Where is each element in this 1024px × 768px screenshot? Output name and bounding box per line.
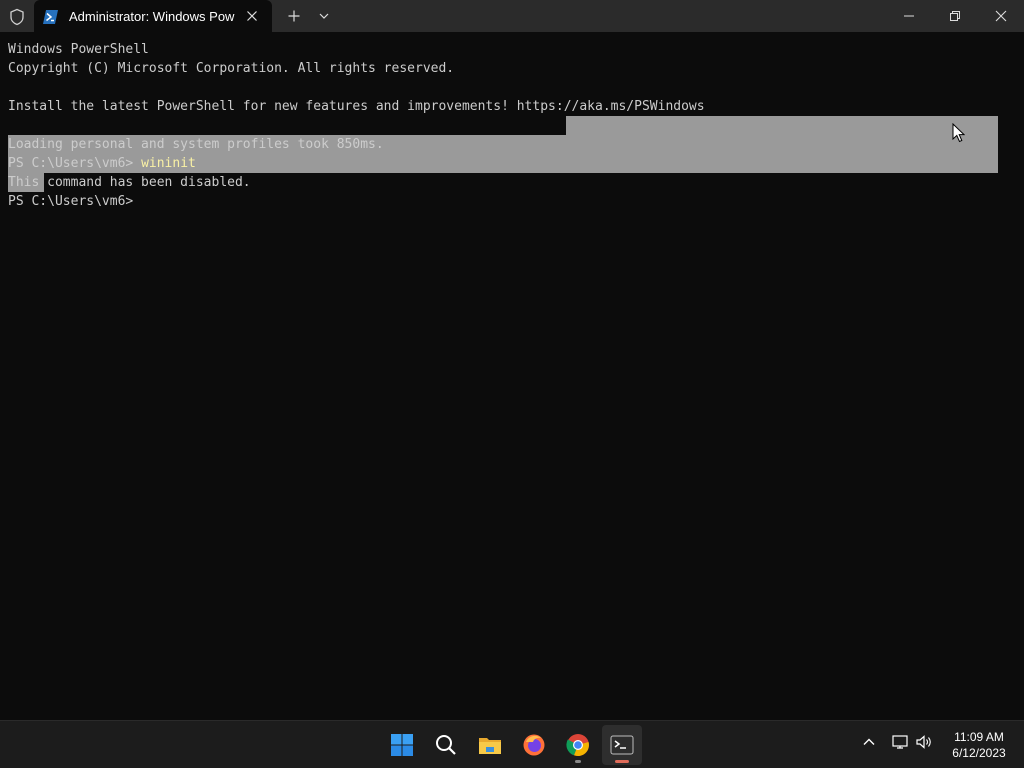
terminal-line: Copyright (C) Microsoft Corporation. All… (8, 61, 455, 76)
title-bar[interactable]: Administrator: Windows PowerShell (0, 0, 1024, 32)
close-icon (995, 10, 1007, 22)
terminal-line: Loading personal and system profiles too… (8, 137, 384, 152)
start-icon (391, 734, 413, 756)
search-button[interactable] (426, 725, 466, 765)
minimize-icon (904, 15, 914, 17)
powershell-icon (43, 9, 58, 24)
chevron-up-icon[interactable] (860, 733, 878, 751)
prompt-line: PS C:\Users\vm6> wininit (8, 154, 196, 173)
clock-date: 6/12/2023 (952, 746, 1006, 760)
selection-highlight (566, 116, 998, 135)
terminal-line: This command has been disabled. (8, 175, 251, 190)
start-button[interactable] (382, 725, 422, 765)
running-indicator (575, 760, 581, 763)
tab-powershell[interactable]: Administrator: Windows PowerShell (34, 0, 272, 32)
clock-time: 11:09 AM (954, 730, 1004, 744)
close-tab-icon[interactable] (244, 8, 260, 24)
search-icon (436, 735, 456, 755)
terminal-window: Administrator: Windows PowerShell (0, 0, 1024, 720)
minimize-button[interactable] (886, 0, 932, 32)
tab-title: Administrator: Windows PowerShell (69, 9, 235, 24)
file-explorer-button[interactable] (470, 725, 510, 765)
file-explorer-icon (479, 738, 501, 754)
firefox-button[interactable] (514, 725, 554, 765)
network-icon[interactable] (891, 733, 909, 751)
shield-icon (8, 8, 26, 26)
taskbar: 11:09 AM 6/12/2023 (0, 720, 1024, 768)
restore-button[interactable] (932, 0, 978, 32)
chrome-button[interactable] (558, 725, 598, 765)
terminal-button[interactable] (602, 725, 642, 765)
restore-icon (950, 11, 960, 21)
terminal-line: Install the latest PowerShell for new fe… (8, 99, 705, 114)
volume-icon[interactable] (915, 733, 933, 751)
typed-command: wininit (141, 156, 196, 171)
prompt-line: PS C:\Users\vm6> (8, 194, 134, 209)
terminal-icon (610, 735, 634, 755)
chrome-icon (566, 734, 589, 757)
terminal-output[interactable]: Windows PowerShell Copyright (C) Microso… (0, 32, 1024, 720)
plus-icon[interactable] (286, 8, 302, 24)
close-window-button[interactable] (978, 0, 1024, 32)
chevron-down-icon[interactable] (316, 8, 332, 24)
active-indicator (615, 760, 629, 763)
prompt: PS C:\Users\vm6> (8, 156, 142, 171)
system-clock[interactable]: 11:09 AM 6/12/2023 (944, 729, 1014, 761)
firefox-icon (523, 734, 545, 756)
terminal-line: Windows PowerShell (8, 42, 149, 57)
mouse-pointer-icon (952, 122, 966, 143)
